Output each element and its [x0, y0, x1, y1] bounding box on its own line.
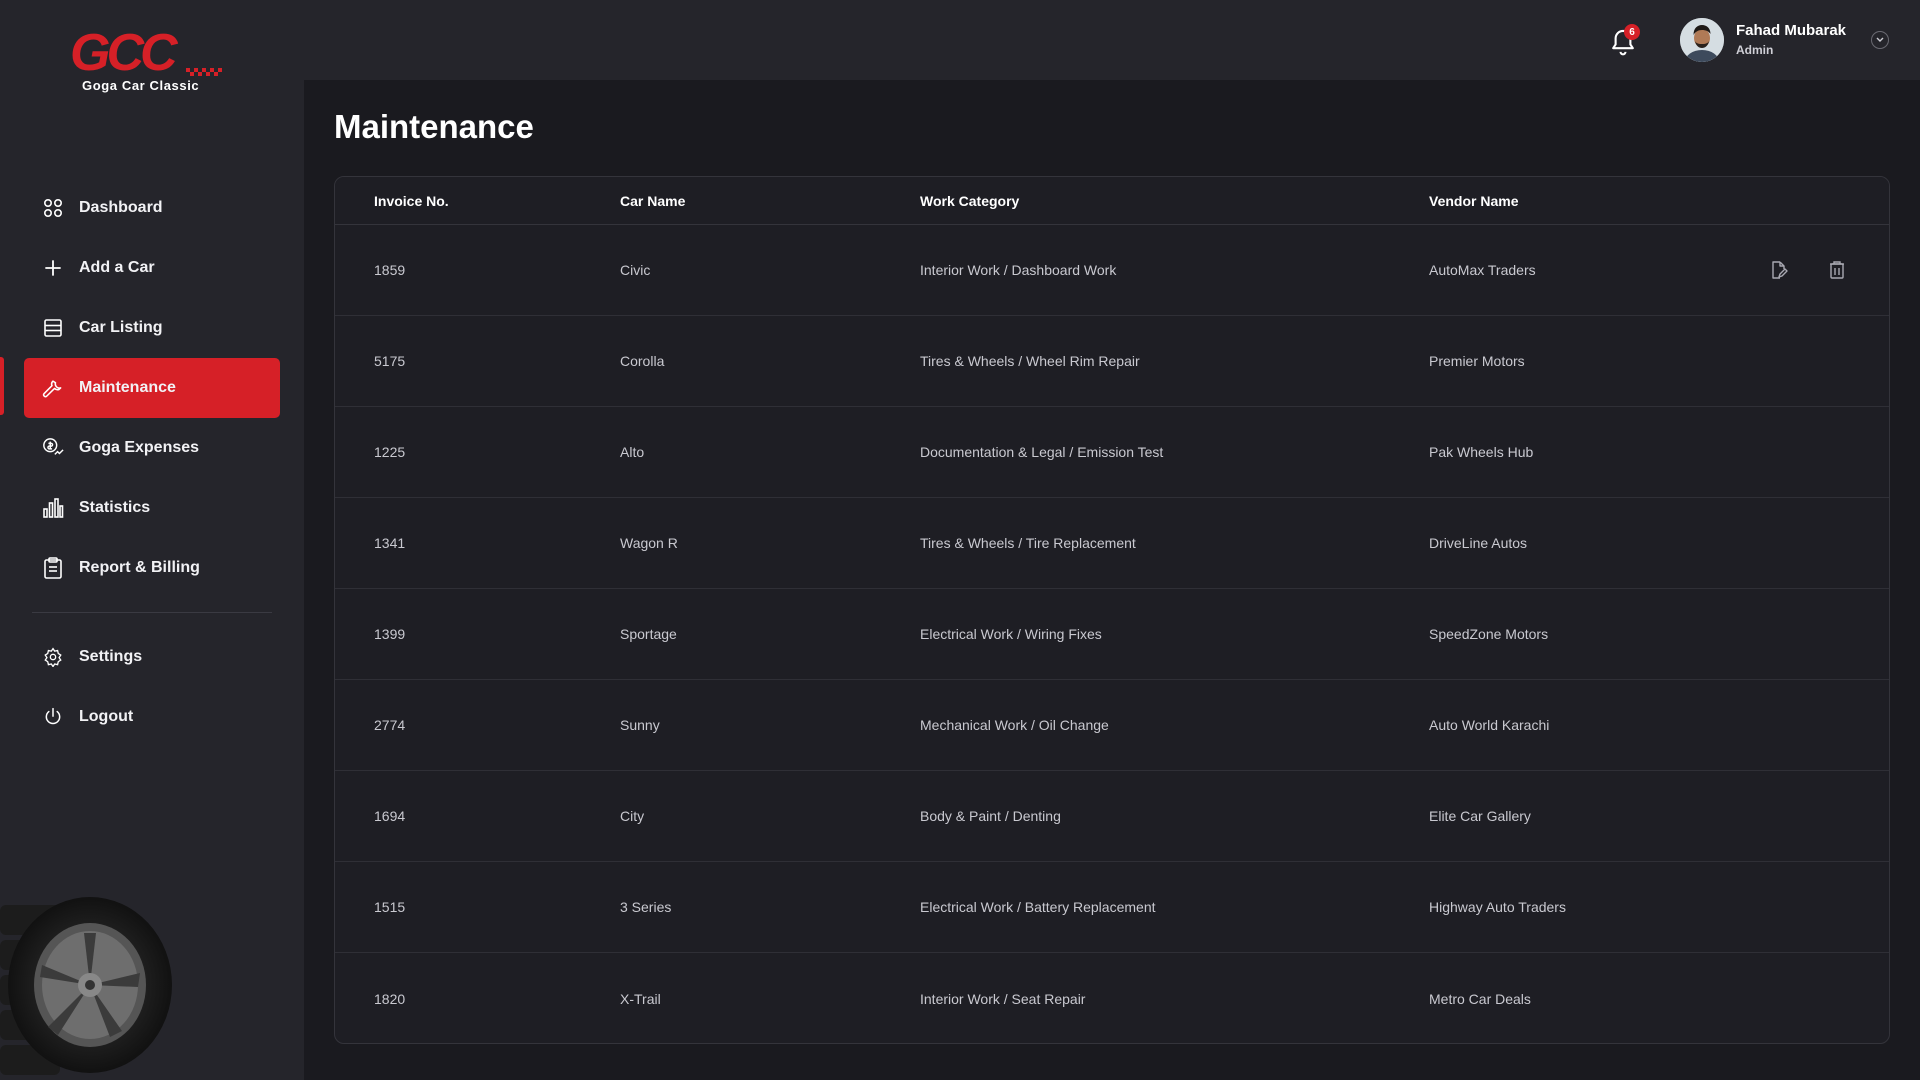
active-nav-marker: [0, 357, 4, 415]
table-header: Invoice No. Car Name Work Category Vendo…: [335, 177, 1889, 225]
cell-car-name: Sportage: [620, 626, 677, 642]
tires-illustration: [0, 895, 180, 1080]
sidebar-item-dashboard[interactable]: Dashboard: [24, 178, 280, 238]
brand-logo[interactable]: GCC Goga Car Classic: [68, 30, 228, 94]
cell-car-name: Sunny: [620, 717, 660, 733]
cell-work-category: Tires & Wheels / Tire Replacement: [920, 535, 1136, 551]
sidebar-item-label: Logout: [79, 708, 134, 725]
cell-vendor-name: Highway Auto Traders: [1429, 899, 1566, 915]
brand-subtitle: Goga Car Classic: [82, 78, 200, 93]
avatar[interactable]: [1680, 18, 1724, 62]
gear-icon: [42, 646, 64, 668]
cell-work-category: Tires & Wheels / Wheel Rim Repair: [920, 353, 1140, 369]
table-row[interactable]: 1515 3 Series Electrical Work / Battery …: [335, 862, 1889, 953]
column-header-invoice-no[interactable]: Invoice No.: [374, 193, 449, 209]
table-row[interactable]: 1820 X-Trail Interior Work / Seat Repair…: [335, 953, 1889, 1043]
expenses-icon: [42, 437, 64, 459]
sidebar-item-label: Add a Car: [79, 259, 155, 276]
cell-vendor-name: Pak Wheels Hub: [1429, 444, 1534, 460]
maintenance-table: Invoice No. Car Name Work Category Vendo…: [334, 176, 1890, 1044]
grid-icon: [42, 197, 64, 219]
table-row[interactable]: 1399 Sportage Electrical Work / Wiring F…: [335, 589, 1889, 680]
sidebar-item-label: Settings: [79, 648, 143, 665]
cell-work-category: Interior Work / Seat Repair: [920, 990, 1086, 1007]
user-role: Admin: [1736, 43, 1774, 57]
cell-invoice-no: 1515: [374, 899, 406, 915]
table-row[interactable]: 1859 Civic Interior Work / Dashboard Wor…: [335, 225, 1889, 316]
sidebar-item-maintenance[interactable]: Maintenance: [24, 358, 280, 418]
sidebar: GCC Goga Car Classic Dashboard Add a Car: [0, 0, 304, 1080]
sidebar-item-statistics[interactable]: Statistics: [24, 478, 280, 538]
table-row[interactable]: 5175 Corolla Tires & Wheels / Wheel Rim …: [335, 316, 1889, 407]
cell-invoice-no: 1820: [374, 990, 406, 1007]
cell-invoice-no: 1694: [374, 808, 406, 824]
cell-work-category: Mechanical Work / Oil Change: [920, 717, 1109, 733]
plus-icon: [42, 257, 64, 279]
bar-chart-icon: [42, 497, 64, 519]
user-menu-chevron-down-icon[interactable]: [1871, 31, 1889, 49]
sidebar-item-label: Car Listing: [79, 319, 163, 336]
cell-vendor-name: AutoMax Traders: [1429, 262, 1536, 278]
cell-invoice-no: 1225: [374, 444, 406, 460]
cell-car-name: City: [620, 808, 645, 824]
nav-divider: [32, 612, 272, 613]
cell-invoice-no: 1399: [374, 626, 406, 642]
cell-work-category: Electrical Work / Wiring Fixes: [920, 626, 1102, 642]
cell-invoice-no: 1341: [374, 535, 406, 551]
table-row[interactable]: 1341 Wagon R Tires & Wheels / Tire Repla…: [335, 498, 1889, 589]
cell-vendor-name: SpeedZone Motors: [1429, 626, 1549, 642]
top-header: [304, 0, 1920, 80]
page-title: Maintenance: [334, 108, 534, 145]
cell-vendor-name: Auto World Karachi: [1429, 717, 1550, 733]
row-actions: [1769, 260, 1847, 280]
sidebar-item-report-billing[interactable]: Report & Billing: [24, 538, 280, 598]
cell-car-name: X-Trail: [620, 990, 661, 1007]
user-name: Fahad Mubarak: [1736, 22, 1847, 39]
sidebar-item-label: Dashboard: [79, 199, 163, 216]
cell-vendor-name: DriveLine Autos: [1429, 535, 1528, 551]
sidebar-item-goga-expenses[interactable]: Goga Expenses: [24, 418, 280, 478]
wrench-icon: [42, 377, 64, 399]
sidebar-item-settings[interactable]: Settings: [24, 627, 280, 687]
sidebar-item-logout[interactable]: Logout: [24, 687, 280, 747]
table-row[interactable]: 1225 Alto Documentation & Legal / Emissi…: [335, 407, 1889, 498]
gcc-logo-icon: GCC: [70, 30, 222, 82]
cell-invoice-no: 5175: [374, 353, 406, 369]
sidebar-nav: Dashboard Add a Car Car Listing Maintena…: [24, 178, 280, 747]
cell-work-category: Documentation & Legal / Emission Test: [920, 444, 1164, 460]
cell-work-category: Electrical Work / Battery Replacement: [920, 899, 1156, 915]
cell-car-name: 3 Series: [620, 899, 672, 915]
sidebar-item-add-car[interactable]: Add a Car: [24, 238, 280, 298]
cell-vendor-name: Elite Car Gallery: [1429, 808, 1531, 824]
cell-work-category: Body & Paint / Denting: [920, 808, 1061, 824]
cell-work-category: Interior Work / Dashboard Work: [920, 262, 1117, 278]
cell-car-name: Civic: [620, 262, 651, 278]
clipboard-icon: [42, 557, 64, 579]
svg-text:GCC: GCC: [70, 30, 179, 82]
column-header-work-category[interactable]: Work Category: [920, 193, 1019, 209]
table-row[interactable]: 1694 City Body & Paint / Denting Elite C…: [335, 771, 1889, 862]
list-icon: [42, 317, 64, 339]
column-header-vendor-name[interactable]: Vendor Name: [1429, 193, 1518, 209]
power-icon: [42, 706, 64, 728]
cell-invoice-no: 2774: [374, 717, 406, 733]
sidebar-item-label: Maintenance: [79, 379, 176, 396]
cell-vendor-name: Premier Motors: [1429, 353, 1525, 369]
sidebar-item-car-listing[interactable]: Car Listing: [24, 298, 280, 358]
cell-vendor-name: Metro Car Deals: [1429, 990, 1531, 1007]
column-header-car-name[interactable]: Car Name: [620, 193, 685, 209]
cell-car-name: Alto: [620, 444, 645, 460]
cell-car-name: Wagon R: [620, 535, 678, 551]
edit-icon[interactable]: [1769, 260, 1789, 280]
delete-icon[interactable]: [1827, 260, 1847, 280]
cell-car-name: Corolla: [620, 353, 665, 369]
table-row[interactable]: 2774 Sunny Mechanical Work / Oil Change …: [335, 680, 1889, 771]
sidebar-item-label: Report & Billing: [79, 559, 200, 576]
sidebar-item-label: Statistics: [79, 499, 151, 516]
sidebar-item-label: Goga Expenses: [79, 439, 200, 456]
cell-invoice-no: 1859: [374, 262, 406, 278]
notification-count-badge: 6: [1624, 24, 1640, 40]
